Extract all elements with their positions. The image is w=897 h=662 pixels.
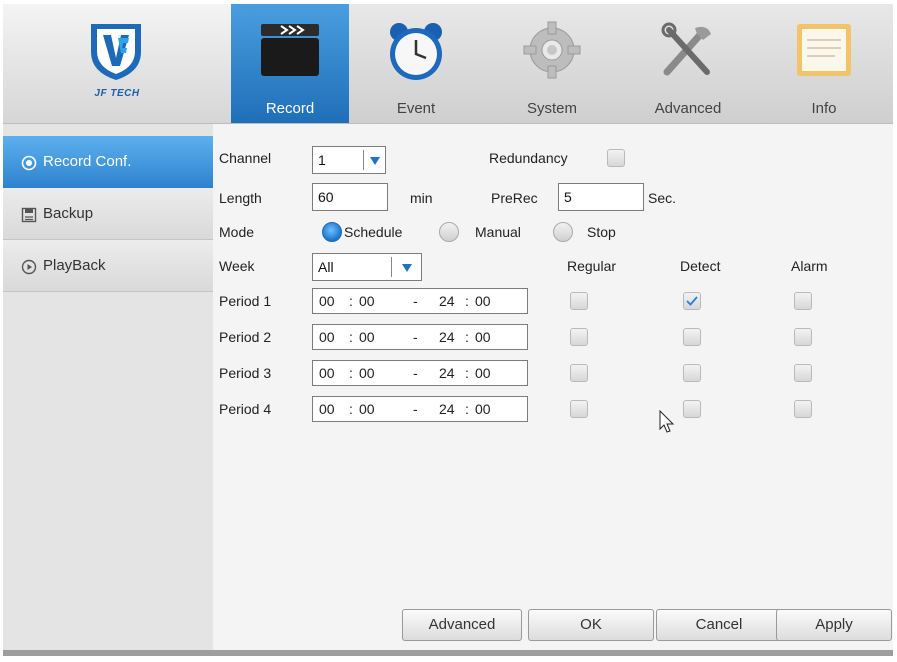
period-alarm-checkbox[interactable]: [794, 292, 812, 310]
sidebar-item-label: Record Conf.: [43, 153, 132, 170]
prerec-label: PreRec: [491, 190, 538, 206]
document-icon: [797, 24, 851, 76]
period-alarm-checkbox[interactable]: [794, 328, 812, 346]
period-time-range[interactable]: 00 : 00 - 24 : 00: [312, 396, 528, 422]
clapperboard-icon: [261, 24, 319, 76]
redundancy-checkbox[interactable]: [607, 149, 625, 167]
tab-label: Advanced: [654, 100, 722, 117]
week-label: Week: [219, 258, 255, 274]
play-circle-icon: [21, 259, 37, 275]
channel-select[interactable]: 1: [312, 146, 386, 174]
sidebar-item-playback[interactable]: PlayBack: [3, 240, 213, 292]
mode-stop-radio[interactable]: [553, 222, 573, 242]
brand-logo: JF TECH: [3, 4, 232, 123]
redundancy-label: Redundancy: [489, 150, 568, 166]
disk-icon: [21, 207, 37, 223]
mouse-pointer-icon: [659, 410, 675, 433]
length-unit: min: [410, 190, 433, 206]
tab-label: System: [526, 100, 577, 117]
tab-system[interactable]: System: [483, 4, 621, 123]
bottom-strip: [3, 650, 893, 656]
chevron-down-icon: [402, 264, 412, 272]
period-label: Period 2: [219, 329, 272, 345]
ok-button[interactable]: OK: [528, 609, 654, 641]
brand-name: JF TECH: [94, 88, 140, 99]
shield-logo-icon: [91, 24, 141, 80]
mode-stop-label: Stop: [587, 224, 616, 240]
length-input[interactable]: 60: [312, 183, 388, 211]
tab-label: Event: [396, 100, 436, 117]
period-detect-checkbox[interactable]: [683, 328, 701, 346]
period-time-range[interactable]: 00 : 00 - 24 : 00: [312, 360, 528, 386]
col-regular-header: Regular: [567, 258, 617, 274]
period-label: Period 4: [219, 401, 272, 417]
period-label: Period 1: [219, 293, 272, 309]
advanced-button[interactable]: Advanced: [402, 609, 522, 641]
sidebar-item-backup[interactable]: Backup: [3, 188, 213, 240]
period-alarm-checkbox[interactable]: [794, 364, 812, 382]
col-alarm-header: Alarm: [791, 258, 828, 274]
col-detect-header: Detect: [680, 258, 721, 274]
length-label: Length: [219, 190, 262, 206]
channel-label: Channel: [219, 150, 272, 166]
dropdown-separator: [363, 150, 364, 170]
channel-value: 1: [318, 152, 326, 168]
alarm-clock-icon: [390, 23, 442, 80]
sidebar-item-label: Backup: [43, 205, 94, 222]
dvr-window: JF TECH Record Event System Advanced Inf…: [3, 4, 893, 656]
tools-icon: [661, 22, 711, 76]
period-detect-checkbox[interactable]: [683, 292, 701, 310]
period-regular-checkbox[interactable]: [570, 364, 588, 382]
record-config-panel: Channel 1 Redundancy Length 60 min PreRe…: [213, 123, 893, 651]
chevron-down-icon: [370, 157, 380, 165]
dropdown-separator: [391, 257, 392, 277]
record-circle-icon: [21, 155, 37, 171]
prerec-input[interactable]: 5: [558, 183, 644, 211]
period-regular-checkbox[interactable]: [570, 400, 588, 418]
tab-advanced[interactable]: Advanced: [621, 4, 755, 123]
sidebar: Record Conf. Backup PlayBack: [3, 123, 213, 651]
sidebar-item-label: PlayBack: [43, 257, 106, 274]
top-menu-bar: JF TECH Record Event System Advanced Inf…: [3, 4, 893, 123]
tab-label: Info: [811, 100, 837, 117]
checkmark-icon: [686, 296, 698, 306]
period-alarm-checkbox[interactable]: [794, 400, 812, 418]
tab-info[interactable]: Info: [755, 4, 893, 123]
mode-schedule-label: Schedule: [344, 224, 403, 240]
mode-schedule-radio[interactable]: [322, 222, 342, 242]
tab-record[interactable]: Record: [231, 4, 349, 123]
period-detect-checkbox[interactable]: [683, 364, 701, 382]
period-time-range[interactable]: 00 : 00 - 24 : 00: [312, 288, 528, 314]
tab-label: Record: [265, 100, 315, 117]
period-regular-checkbox[interactable]: [570, 328, 588, 346]
period-label: Period 3: [219, 365, 272, 381]
period-detect-checkbox[interactable]: [683, 400, 701, 418]
mode-label: Mode: [219, 224, 255, 240]
week-select[interactable]: All: [312, 253, 422, 281]
prerec-unit: Sec.: [648, 190, 677, 206]
sidebar-item-record-conf[interactable]: Record Conf.: [3, 136, 213, 188]
gear-icon: [523, 21, 581, 79]
mode-manual-label: Manual: [475, 224, 521, 240]
period-time-range[interactable]: 00 : 00 - 24 : 00: [312, 324, 528, 350]
tab-event[interactable]: Event: [349, 4, 483, 123]
apply-button[interactable]: Apply: [776, 609, 892, 641]
cancel-button[interactable]: Cancel: [656, 609, 782, 641]
period-regular-checkbox[interactable]: [570, 292, 588, 310]
week-value: All: [318, 259, 334, 275]
mode-manual-radio[interactable]: [439, 222, 459, 242]
